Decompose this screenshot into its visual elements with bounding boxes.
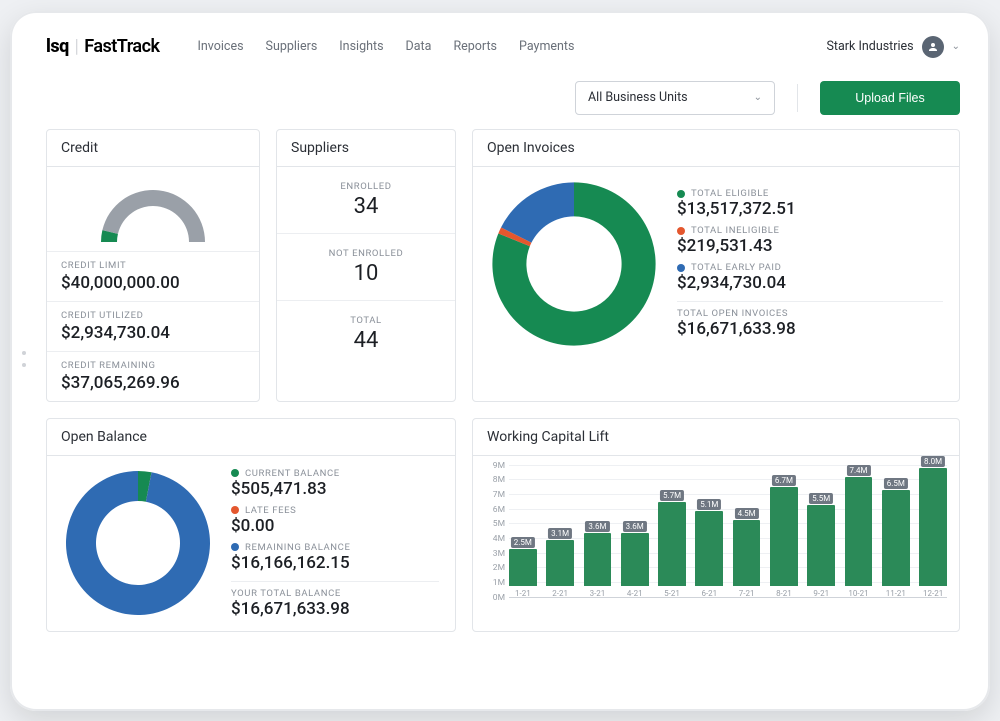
dot-icon xyxy=(231,506,239,514)
brand-logo: lsq xyxy=(46,36,69,57)
credit-gauge xyxy=(47,167,259,251)
dot-icon xyxy=(677,227,685,235)
card-title: Credit xyxy=(47,130,259,167)
card-suppliers: Suppliers ENROLLED 34 NOT ENROLLED 10 TO… xyxy=(276,129,456,402)
card-open-invoices: Open Invoices TOTAL ELIGIBLE$13,517,372.… xyxy=(472,129,960,402)
dot-icon xyxy=(677,190,685,198)
open-balance-donut xyxy=(63,468,213,618)
divider xyxy=(797,84,798,112)
dot-icon xyxy=(231,543,239,551)
brand: lsq|FastTrack xyxy=(46,36,159,57)
credit-limit-value: $40,000,000.00 xyxy=(61,273,245,293)
account-menu[interactable]: Stark Industries ⌄ xyxy=(826,36,960,58)
nav-links: Invoices Suppliers Insights Data Reports… xyxy=(197,39,574,54)
credit-remaining-label: CREDIT REMAINING xyxy=(61,360,245,371)
suppliers-enrolled-value: 34 xyxy=(277,194,455,219)
suppliers-enrolled-label: ENROLLED xyxy=(277,181,455,192)
nav-reports[interactable]: Reports xyxy=(453,39,497,54)
working-capital-chart: 0M1M2M3M4M5M6M7M8M9M2.5M1-213.1M2-213.6M… xyxy=(485,466,947,616)
card-title: Open Balance xyxy=(47,419,455,456)
open-balance-legend: CURRENT BALANCE$505,471.83 LATE FEES$0.0… xyxy=(231,468,439,619)
card-title: Suppliers xyxy=(277,130,455,167)
suppliers-total-label: TOTAL xyxy=(277,315,455,326)
card-working-capital: Working Capital Lift 0M1M2M3M4M5M6M7M8M9… xyxy=(472,418,960,632)
credit-utilized-label: CREDIT UTILIZED xyxy=(61,310,245,321)
suppliers-notenrolled-value: 10 xyxy=(277,261,455,286)
nav-data[interactable]: Data xyxy=(406,39,432,54)
card-title: Open Invoices xyxy=(473,130,959,167)
nav-suppliers[interactable]: Suppliers xyxy=(266,39,318,54)
card-title: Working Capital Lift xyxy=(473,419,959,456)
account-name: Stark Industries xyxy=(826,39,913,54)
chevron-down-icon: ⌄ xyxy=(952,41,960,52)
card-credit: Credit CREDIT LIMIT $40,000,000.00 CREDI… xyxy=(46,129,260,402)
open-invoices-legend: TOTAL ELIGIBLE$13,517,372.51 TOTAL INELI… xyxy=(677,188,943,339)
nav-invoices[interactable]: Invoices xyxy=(197,39,243,54)
avatar-icon xyxy=(922,36,944,58)
credit-limit-label: CREDIT LIMIT xyxy=(61,260,245,271)
dot-icon xyxy=(677,264,685,272)
open-invoices-donut xyxy=(489,179,659,349)
brand-product: FastTrack xyxy=(84,36,159,57)
business-units-select[interactable]: All Business Units ⌄ xyxy=(575,81,775,115)
dot-icon xyxy=(231,469,239,477)
suppliers-total-value: 44 xyxy=(277,328,455,353)
nav-insights[interactable]: Insights xyxy=(339,39,383,54)
credit-remaining-value: $37,065,269.96 xyxy=(61,373,245,393)
chevron-down-icon: ⌄ xyxy=(754,92,762,103)
card-open-balance: Open Balance CURRENT BALANCE$505,471.83 … xyxy=(46,418,456,632)
top-nav: lsq|FastTrack Invoices Suppliers Insight… xyxy=(46,29,960,65)
nav-payments[interactable]: Payments xyxy=(519,39,574,54)
credit-utilized-value: $2,934,730.04 xyxy=(61,323,245,343)
app-frame: lsq|FastTrack Invoices Suppliers Insight… xyxy=(10,11,990,711)
filter-row: All Business Units ⌄ Upload Files xyxy=(46,81,960,115)
business-units-value: All Business Units xyxy=(588,90,688,105)
suppliers-notenrolled-label: NOT ENROLLED xyxy=(277,248,455,259)
upload-files-button[interactable]: Upload Files xyxy=(820,81,960,115)
